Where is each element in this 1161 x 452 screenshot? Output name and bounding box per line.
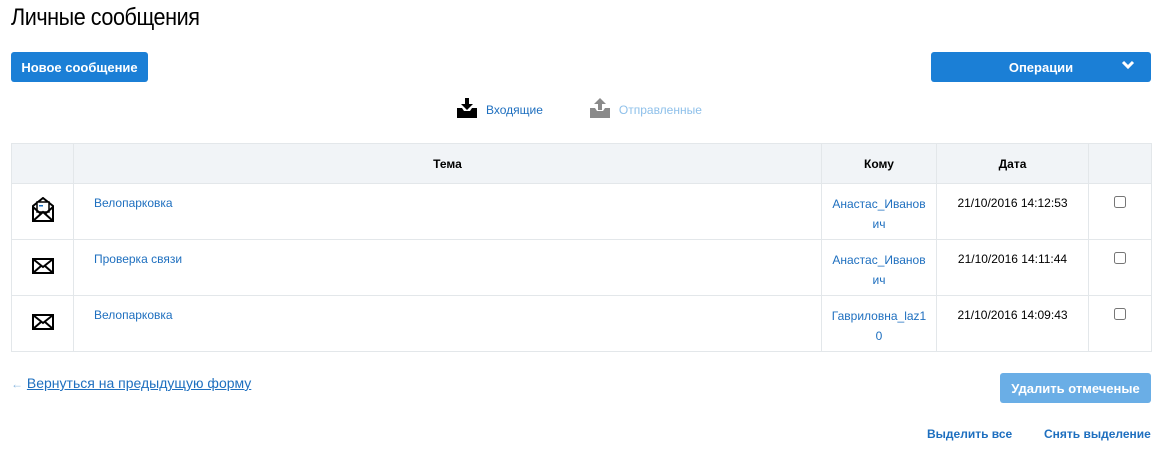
message-date: 21/10/2016 14:11:44 — [936, 239, 1089, 296]
row-checkbox[interactable] — [1114, 252, 1126, 264]
message-subject-link[interactable]: Велопарковка — [94, 308, 173, 322]
column-to: Кому — [821, 143, 937, 184]
tab-inbox[interactable]: Входящие — [456, 98, 543, 121]
table-row: Велопарковка Гавриловна_laz10 21/10/2016… — [11, 295, 1152, 352]
inbox-download-icon — [456, 98, 478, 121]
column-date: Дата — [936, 143, 1089, 184]
tab-inbox-label: Входящие — [486, 102, 543, 117]
chevron-down-icon — [1121, 58, 1135, 75]
row-checkbox[interactable] — [1114, 196, 1126, 208]
message-subject-link[interactable]: Проверка связи — [94, 252, 182, 266]
new-message-button[interactable]: Новое сообщение — [11, 52, 148, 82]
open-envelope-icon — [31, 196, 55, 226]
envelope-icon — [31, 257, 54, 277]
envelope-icon — [31, 313, 54, 333]
page-title: Личные сообщения — [11, 4, 200, 31]
message-date: 21/10/2016 14:09:43 — [936, 295, 1089, 352]
delete-marked-button[interactable]: Удалить отмеченые — [1000, 373, 1151, 403]
row-checkbox[interactable] — [1114, 308, 1126, 320]
back-link[interactable]: ← Вернуться на предыдущую форму — [11, 375, 251, 391]
message-date: 21/10/2016 14:12:53 — [936, 183, 1089, 240]
tab-sent[interactable]: Отправленные — [589, 98, 702, 121]
table-row: Проверка связи Анастас_Иванович 21/10/20… — [11, 239, 1152, 296]
operations-label: Операции — [1008, 59, 1074, 75]
messages-table: Тема Кому Дата Велопарковка Анастас_Иван… — [11, 143, 1152, 352]
recipient-link[interactable]: Гавриловна_laz10 — [832, 309, 926, 343]
deselect-link[interactable]: Снять выделение — [1044, 427, 1151, 441]
select-all-link[interactable]: Выделить все — [927, 427, 1012, 441]
column-subject: Тема — [73, 143, 822, 184]
recipient-link[interactable]: Анастас_Иванович — [832, 197, 925, 231]
recipient-link[interactable]: Анастас_Иванович — [832, 253, 925, 287]
operations-dropdown[interactable]: Операции — [931, 52, 1151, 82]
outbox-upload-icon — [589, 98, 611, 121]
arrow-left-icon: ← — [11, 377, 23, 391]
tab-sent-label: Отправленные — [618, 102, 702, 117]
back-link-label[interactable]: Вернуться на предыдущую форму — [27, 375, 251, 391]
message-subject-link[interactable]: Велопарковка — [94, 196, 173, 210]
table-row: Велопарковка Анастас_Иванович 21/10/2016… — [11, 183, 1152, 240]
